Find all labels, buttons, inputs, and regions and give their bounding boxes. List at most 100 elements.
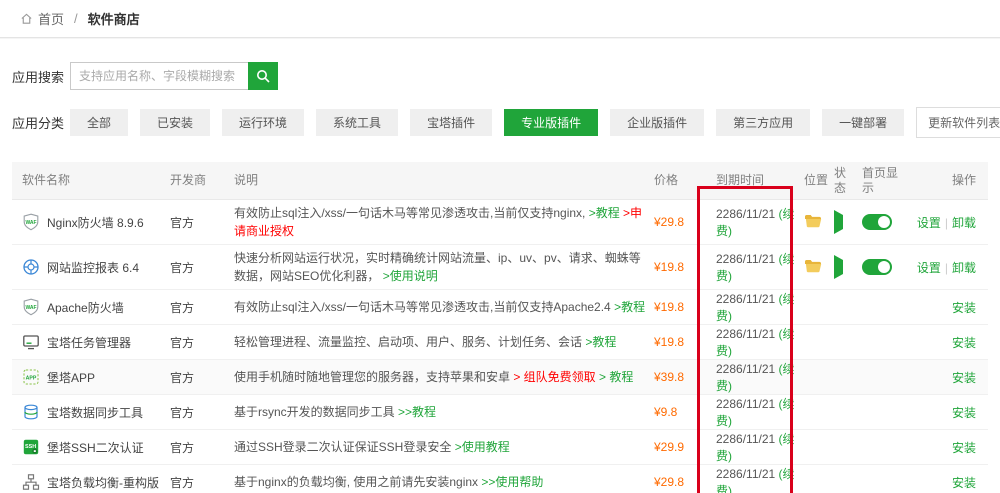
description-link[interactable]: >教程	[589, 206, 623, 220]
description: 有效防止sql注入/xss/一句话木马等常见渗透攻击,当前仅支持Apache2.…	[234, 294, 654, 320]
folder-icon[interactable]	[804, 214, 822, 228]
price: ¥9.8	[654, 405, 702, 419]
software-table: 软件名称 开发商 说明 价格 到期时间 位置 状态 首页显示 操作 WAFNgi…	[12, 162, 988, 493]
action-link[interactable]: 安装	[952, 371, 976, 385]
description-text: 轻松管理进程、流量监控、启动项、用户、服务、计划任务、会话	[234, 335, 585, 349]
table-row: 宝塔数据同步工具官方基于rsync开发的数据同步工具 >>教程¥9.82286/…	[12, 395, 988, 430]
breadcrumb-home-link[interactable]: 首页	[38, 9, 64, 28]
running-status-icon[interactable]	[834, 210, 843, 234]
waf-shield-icon: WAF	[22, 213, 40, 231]
developer: 官方	[170, 334, 234, 351]
software-name: 宝塔数据同步工具	[47, 404, 143, 421]
home-display-toggle[interactable]	[862, 259, 892, 275]
breadcrumb: 首页 / 软件商店	[0, 0, 1000, 38]
price: ¥19.8	[654, 260, 702, 274]
header-location: 位置	[804, 173, 834, 188]
action-link[interactable]: 设置	[917, 216, 941, 230]
table-row: WAFNginx防火墙 8.9.6官方有效防止sql注入/xss/一句话木马等常…	[12, 200, 988, 245]
action-link[interactable]: 安装	[952, 336, 976, 350]
action-link[interactable]: 设置	[917, 261, 941, 275]
price: ¥19.8	[654, 300, 702, 314]
category-label: 应用分类	[12, 113, 70, 132]
header-dev: 开发商	[170, 173, 234, 188]
breadcrumb-separator: /	[74, 11, 78, 26]
description: 基于nginx的负载均衡, 使用之前请先安装nginx >>使用帮助	[234, 469, 654, 493]
header-status: 状态	[834, 166, 862, 196]
svg-text:APP: APP	[26, 375, 37, 381]
category-tab[interactable]: 运行环境	[222, 109, 304, 136]
software-name: Apache防火墙	[47, 299, 124, 316]
table-row: WAFApache防火墙官方有效防止sql注入/xss/一句话木马等常见渗透攻击…	[12, 290, 988, 325]
action-link[interactable]: 安装	[952, 301, 976, 315]
toggle-knob	[878, 261, 890, 273]
software-name: 宝塔负载均衡-重构版	[47, 474, 159, 491]
folder-icon[interactable]	[804, 259, 822, 273]
app-icon: APP	[22, 368, 40, 386]
search-input[interactable]	[70, 62, 248, 90]
description: 通过SSH登录二次认证保证SSH登录安全 >使用教程	[234, 434, 654, 460]
search-label: 应用搜索	[12, 67, 70, 86]
category-tab[interactable]: 一键部署	[822, 109, 904, 136]
running-status-icon[interactable]	[834, 255, 843, 279]
software-name: 堡塔APP	[47, 369, 95, 386]
description-link[interactable]: >>教程	[398, 405, 436, 419]
description-text: 基于rsync开发的数据同步工具	[234, 405, 398, 419]
category-tab[interactable]: 系统工具	[316, 109, 398, 136]
category-tab[interactable]: 全部	[70, 109, 128, 136]
price: ¥29.9	[654, 440, 702, 454]
description-link[interactable]: >使用教程	[455, 440, 510, 454]
action-link[interactable]: 安装	[952, 476, 976, 490]
site-monitor-icon	[22, 258, 40, 276]
category-tab[interactable]: 已安装	[140, 109, 210, 136]
action-link[interactable]: 卸载	[952, 216, 976, 230]
developer: 官方	[170, 259, 234, 276]
page-title: 软件商店	[88, 9, 140, 28]
action-link[interactable]: 安装	[952, 441, 976, 455]
action-link[interactable]: 卸载	[952, 261, 976, 275]
description-link[interactable]: > 组队免费领取	[513, 370, 595, 384]
action-separator: |	[945, 216, 948, 230]
header-desc: 说明	[234, 173, 654, 188]
description-link[interactable]: >教程	[585, 335, 616, 349]
expiry-date: 2286/11/21	[716, 362, 779, 376]
header-expiry: 到期时间	[702, 173, 804, 188]
header-name: 软件名称	[22, 173, 170, 188]
action-link[interactable]: 安装	[952, 406, 976, 420]
description-text: 有效防止sql注入/xss/一句话木马等常见渗透攻击,当前仅支持nginx,	[234, 206, 589, 220]
home-icon	[20, 12, 33, 25]
software-name: 宝塔任务管理器	[47, 334, 131, 351]
table-row: 宝塔任务管理器 官方轻松管理进程、流量监控、启动项、用户、服务、计划任务、会话 >…	[12, 325, 988, 360]
description-link[interactable]: > 教程	[596, 370, 634, 384]
expiry-date: 2286/11/21	[716, 252, 779, 266]
category-tab[interactable]: 宝塔插件	[410, 109, 492, 136]
developer: 官方	[170, 404, 234, 421]
category-tab[interactable]: 企业版插件	[610, 109, 704, 136]
software-name: Nginx防火墙 8.9.6	[47, 214, 144, 231]
expiry-date: 2286/11/21	[716, 432, 779, 446]
header-home-display: 首页显示	[862, 166, 912, 196]
header-price: 价格	[654, 173, 702, 188]
expiry-date: 2286/11/21	[716, 207, 779, 221]
description-link[interactable]: >使用说明	[383, 269, 438, 283]
table-row: SSH堡塔SSH二次认证官方通过SSH登录二次认证保证SSH登录安全 >使用教程…	[12, 430, 988, 465]
description: 轻松管理进程、流量监控、启动项、用户、服务、计划任务、会话 >教程	[234, 329, 654, 355]
developer: 官方	[170, 299, 234, 316]
home-display-toggle[interactable]	[862, 214, 892, 230]
description: 快速分析网站运行状况，实时精确统计网站流量、ip、uv、pv、请求、蜘蛛等数据，…	[234, 245, 654, 289]
category-tabs: 全部已安装运行环境系统工具宝塔插件专业版插件企业版插件第三方应用一键部署	[70, 109, 916, 136]
table-row: 网站监控报表 6.4官方快速分析网站运行状况，实时精确统计网站流量、ip、uv、…	[12, 245, 988, 290]
description-link[interactable]: >教程	[614, 300, 645, 314]
description-link[interactable]: >>使用帮助	[481, 475, 543, 489]
description: 有效防止sql注入/xss/一句话木马等常见渗透攻击,当前仅支持nginx, >…	[234, 200, 654, 244]
description-text: 通过SSH登录二次认证保证SSH登录安全	[234, 440, 455, 454]
task-manager-icon	[22, 333, 40, 351]
search-button[interactable]	[248, 62, 278, 90]
category-tab[interactable]: 专业版插件	[504, 109, 598, 136]
description-text: 使用手机随时随地管理您的服务器，支持苹果和安卓	[234, 370, 513, 384]
svg-text:WAF: WAF	[25, 220, 36, 226]
developer: 官方	[170, 439, 234, 456]
price: ¥29.8	[654, 475, 702, 489]
ssh-auth-icon: SSH	[22, 438, 40, 456]
category-tab[interactable]: 第三方应用	[716, 109, 810, 136]
update-software-list-button[interactable]: 更新软件列表	[916, 107, 1000, 138]
